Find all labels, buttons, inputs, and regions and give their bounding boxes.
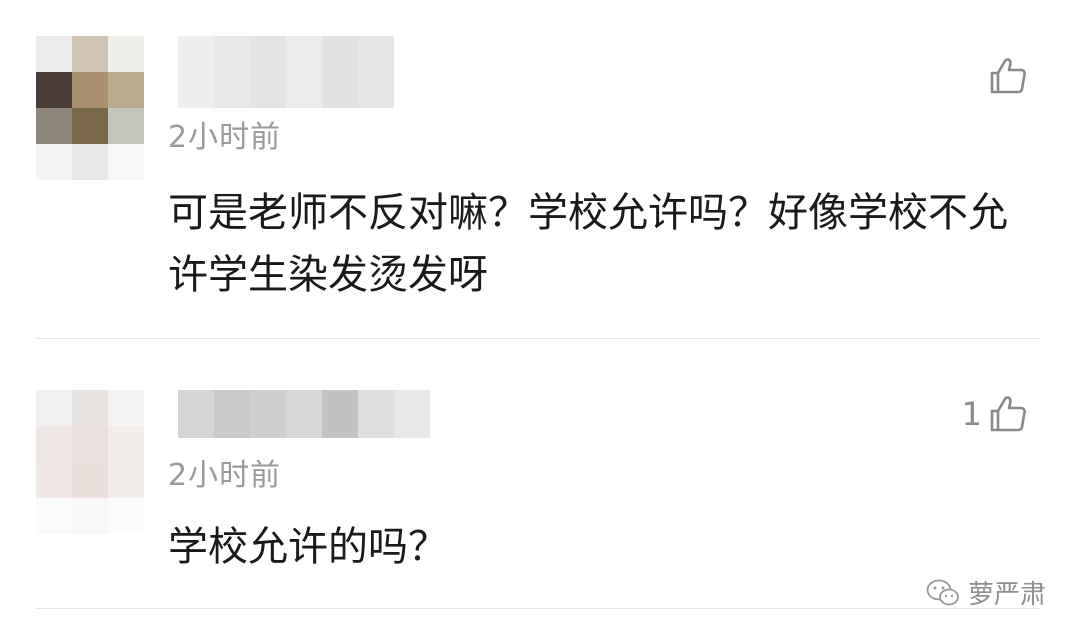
thumbs-up-icon <box>990 396 1026 432</box>
username-pixelated[interactable] <box>178 36 394 108</box>
comment-time: 2小时前 <box>168 120 282 155</box>
username-pixel <box>358 390 394 438</box>
avatar-pixel <box>36 426 72 462</box>
watermark-text: 萝严肃 <box>967 580 1046 610</box>
comment-item: 2小时前 可是老师不反对嘛？学校允许吗？好像学校不允许学生染发烫发呀 <box>0 0 1080 340</box>
username-pixel <box>322 390 358 438</box>
avatar-pixel <box>72 108 108 144</box>
avatar-pixel <box>36 390 72 426</box>
avatar-pixel <box>72 426 108 462</box>
username-pixelated[interactable] <box>178 390 430 438</box>
avatar-pixel <box>72 36 108 72</box>
avatar-pixel <box>36 498 72 534</box>
avatar-pixel <box>72 144 108 180</box>
avatar-pixel <box>36 462 72 498</box>
username-pixel <box>214 390 250 438</box>
avatar[interactable] <box>36 36 144 180</box>
avatar-pixel <box>108 390 144 426</box>
username-pixel <box>250 36 286 108</box>
like-button[interactable]: 1 <box>962 394 1028 434</box>
avatar-pixel <box>36 108 72 144</box>
watermark: 萝严肃 <box>926 574 1046 611</box>
username-pixel <box>322 36 358 108</box>
comment-text: 学校允许的吗？ <box>168 524 448 570</box>
avatar-pixel <box>72 498 108 534</box>
comment-text: 可是老师不反对嘛？学校允许吗？好像学校不允许学生染发烫发呀 <box>168 190 1008 298</box>
like-button[interactable] <box>982 56 1028 96</box>
avatar-pixel <box>36 144 72 180</box>
avatar-pixel <box>108 108 144 144</box>
comment-time: 2小时前 <box>168 458 282 493</box>
avatar-pixel <box>108 144 144 180</box>
username-pixel <box>358 36 394 108</box>
avatar-pixel <box>36 72 72 108</box>
comment-divider <box>36 338 1040 339</box>
avatar-pixel <box>108 426 144 462</box>
avatar-pixel <box>108 498 144 534</box>
username-pixel <box>214 36 250 108</box>
avatar-pixel <box>108 462 144 498</box>
like-count: 1 <box>961 395 982 433</box>
avatar-pixel <box>36 36 72 72</box>
avatar-pixel <box>72 72 108 108</box>
avatar-pixel <box>108 36 144 72</box>
wechat-icon <box>926 579 959 605</box>
avatar-pixel <box>108 72 144 108</box>
username-pixel <box>286 390 322 438</box>
avatar-pixel <box>72 462 108 498</box>
comment-item: 2小时前 1 学校允许的吗？ <box>0 340 1080 610</box>
avatar[interactable] <box>36 390 144 534</box>
username-pixel <box>250 390 286 438</box>
avatar-pixel <box>72 390 108 426</box>
username-pixel <box>394 390 430 438</box>
username-pixel <box>286 36 322 108</box>
username-pixel <box>178 390 214 438</box>
comment-divider <box>36 608 1040 609</box>
thumbs-up-icon <box>990 58 1026 94</box>
username-pixel <box>178 36 214 108</box>
